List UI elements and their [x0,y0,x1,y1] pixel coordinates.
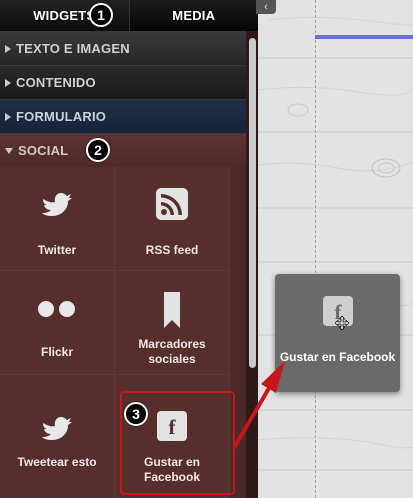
step-badge-2: 2 [86,138,110,162]
dragged-widget-card[interactable]: f Gustar en Facebook [275,274,400,392]
page-canvas[interactable] [258,0,413,498]
collapsed-arrow-icon [5,44,11,53]
chevron-left-icon: ‹ [264,1,268,13]
guide-line [315,0,316,498]
rss-icon [156,188,188,220]
collapse-sidebar-button[interactable]: ‹ [256,0,276,14]
bookmark-icon [164,292,180,328]
tab-bar: WIDGETS MEDIA [0,0,258,31]
tab-media[interactable]: MEDIA [129,0,258,31]
tab-widgets-label: WIDGETS [33,8,96,23]
wood-background [258,0,413,498]
widget-flickr[interactable]: Flickr [0,271,115,375]
widget-label: Flickr [40,345,73,359]
section-label: FORMULARIO [16,109,107,124]
expanded-arrow-icon [5,147,13,154]
twitter-bird-icon [42,417,72,440]
widget-tweetear-esto[interactable]: Tweetear esto [0,375,115,498]
step-badge-1: 1 [89,3,113,27]
section-label: CONTENIDO [16,75,96,90]
widget-label: Tweetear esto [17,455,97,469]
move-cursor-icon [335,316,349,330]
twitter-bird-icon [42,193,72,216]
flickr-icon [38,301,75,317]
badge-number: 1 [97,7,105,23]
drop-target-indicator [315,35,413,39]
widget-twitter[interactable]: Twitter [0,167,115,271]
sidebar-scrollbar-thumb[interactable] [249,38,256,368]
section-texto-imagen[interactable]: TEXTO E IMAGEN [0,31,258,65]
collapsed-arrow-icon [5,78,11,87]
collapsed-arrow-icon [5,112,11,121]
badge-number: 2 [94,142,102,158]
step-badge-3: 3 [124,402,148,426]
tab-media-label: MEDIA [172,8,216,23]
widget-label: RSS feed [145,243,199,257]
widget-label: Marcadores sociales [138,337,206,366]
section-label: SOCIAL [18,143,69,158]
dragged-widget-label: Gustar en Facebook [279,350,396,364]
section-contenido[interactable]: CONTENIDO [0,65,258,99]
section-label: TEXTO E IMAGEN [16,41,130,56]
widget-rss-feed[interactable]: RSS feed [115,167,230,271]
widget-marcadores-sociales[interactable]: Marcadores sociales [115,271,230,375]
badge-number: 3 [132,406,140,422]
section-formulario[interactable]: FORMULARIO [0,99,258,133]
widget-label: Twitter [37,243,77,257]
section-social[interactable]: SOCIAL [0,133,258,167]
